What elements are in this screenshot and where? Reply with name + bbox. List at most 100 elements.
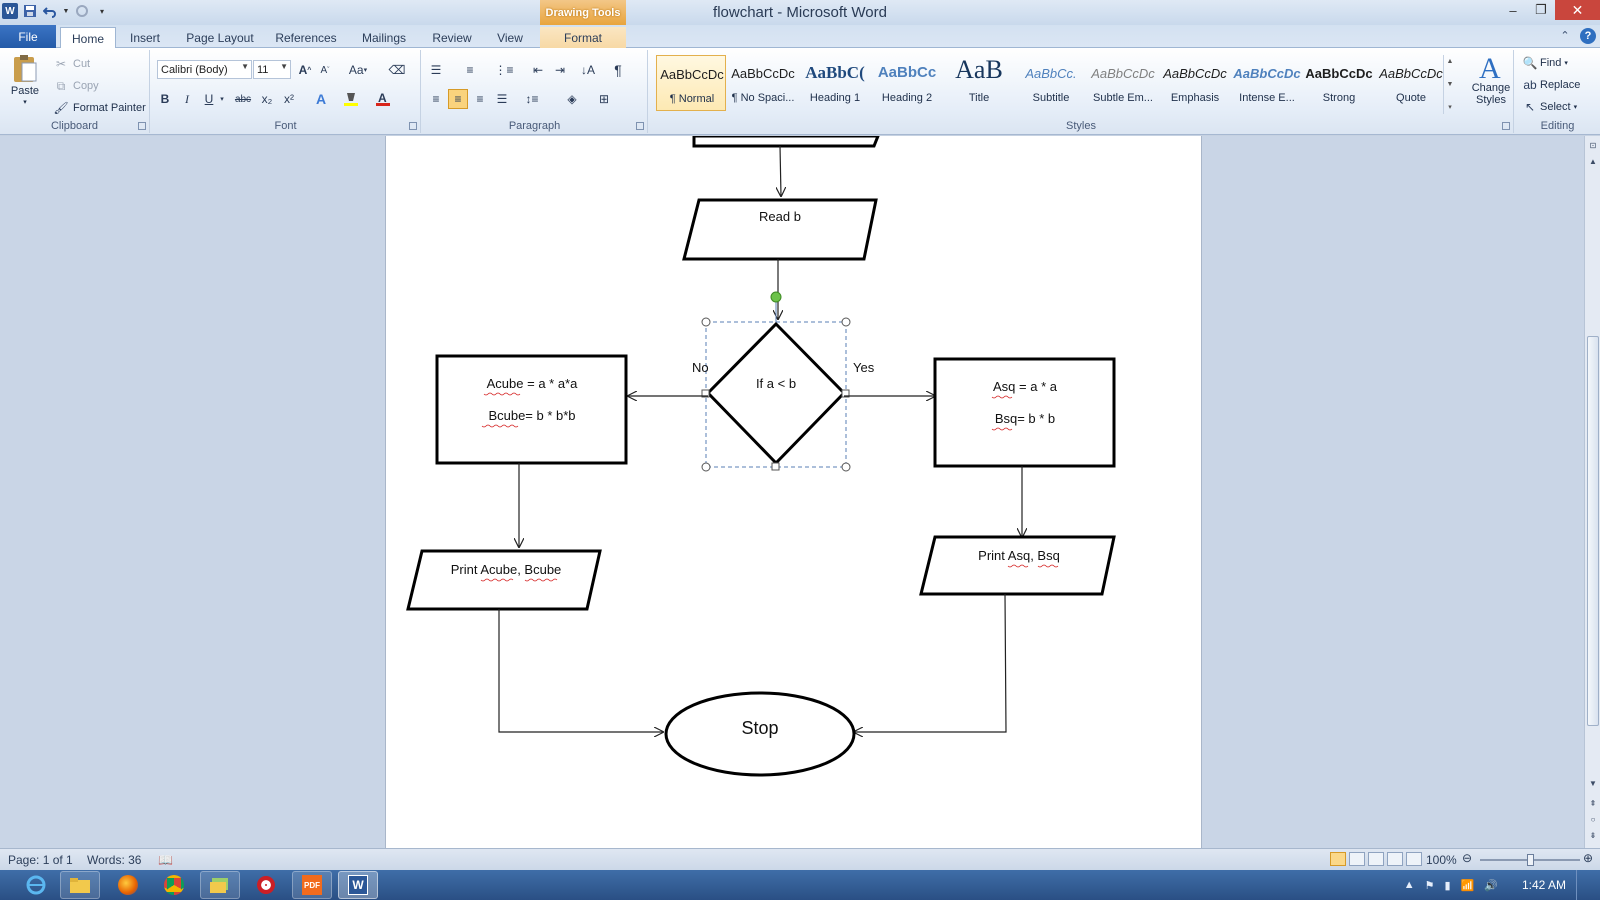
change-case-button[interactable]: Aa ▾ bbox=[344, 60, 372, 80]
style-heading-2[interactable]: AaBbCc Heading 2 bbox=[872, 55, 942, 111]
style-heading-1[interactable]: AaBbC( Heading 1 bbox=[800, 55, 870, 111]
paste-button[interactable]: Paste ▾ bbox=[8, 54, 42, 106]
borders-icon[interactable]: ⊞ bbox=[594, 89, 614, 109]
style-title[interactable]: AaB Title bbox=[944, 55, 1014, 111]
font-launcher-icon[interactable] bbox=[409, 122, 417, 130]
align-right-icon[interactable]: ≡ bbox=[470, 89, 490, 109]
cube-process-box[interactable]: Acube = a * a*a Bcube= b * b*b bbox=[435, 354, 628, 465]
pdf-app-icon[interactable]: PDF bbox=[292, 871, 332, 899]
browse-object-icon[interactable]: ○ bbox=[1585, 812, 1600, 826]
clock-time[interactable]: 1:42 AM bbox=[1522, 878, 1566, 892]
show-desktop-button[interactable] bbox=[1576, 870, 1588, 900]
resize-handle[interactable] bbox=[701, 317, 711, 327]
page-count[interactable]: Page: 1 of 1 bbox=[8, 853, 73, 867]
font-color-icon[interactable]: A bbox=[373, 89, 393, 109]
underline-button[interactable]: U bbox=[199, 89, 219, 109]
superscript-button[interactable]: x² bbox=[279, 89, 299, 109]
action-center-flag-icon[interactable]: ⚑ bbox=[1425, 879, 1435, 892]
sort-icon[interactable]: ↓A bbox=[578, 60, 598, 80]
gallery-up-icon[interactable]: ▲ bbox=[1447, 58, 1454, 65]
network-signal-icon[interactable]: 📶 bbox=[1461, 879, 1475, 892]
font-name-combo[interactable]: Calibri (Body) ▼ bbox=[157, 60, 252, 79]
file-explorer-icon[interactable] bbox=[60, 871, 100, 899]
scroll-down-icon[interactable]: ▼ bbox=[1585, 776, 1600, 790]
style-emphasis[interactable]: AaBbCcDc Emphasis bbox=[1160, 55, 1230, 111]
zoom-in-icon[interactable]: ⊕ bbox=[1583, 851, 1593, 865]
style-subtle-emphasis[interactable]: AaBbCcDc Subtle Em... bbox=[1088, 55, 1158, 111]
resize-handle[interactable] bbox=[771, 462, 780, 471]
style-strong[interactable]: AaBbCcDc Strong bbox=[1304, 55, 1374, 111]
undo-icon[interactable] bbox=[42, 3, 58, 19]
align-left-icon[interactable]: ≡ bbox=[426, 89, 446, 109]
connector-arrow[interactable] bbox=[498, 609, 663, 732]
underline-dropdown-icon[interactable]: ▾ bbox=[217, 89, 227, 109]
minimize-icon[interactable]: – bbox=[1499, 0, 1527, 20]
shading-icon[interactable]: ◈ bbox=[562, 89, 582, 109]
resize-handle[interactable] bbox=[701, 462, 711, 472]
word-app-icon[interactable]: W bbox=[2, 3, 18, 19]
gallery-more-icon[interactable]: ▾ bbox=[1448, 103, 1452, 111]
multilevel-list-icon[interactable]: ⋮≡ bbox=[494, 60, 514, 80]
square-process-box[interactable]: Asq = a * a Bsq= b * b bbox=[933, 357, 1116, 468]
resize-handle[interactable] bbox=[841, 462, 851, 472]
clipboard-launcher-icon[interactable] bbox=[138, 122, 146, 130]
numbering-icon[interactable]: ≡ bbox=[460, 60, 480, 80]
connector-arrow[interactable] bbox=[854, 593, 1007, 732]
redo-icon[interactable] bbox=[74, 3, 90, 19]
battery-icon[interactable]: ▮ bbox=[1445, 879, 1451, 892]
stop-terminal[interactable]: Stop bbox=[664, 691, 856, 777]
bold-button[interactable]: B bbox=[155, 89, 175, 109]
firefox-icon[interactable] bbox=[108, 871, 148, 899]
ruler-toggle-icon[interactable]: ⊡ bbox=[1585, 138, 1600, 152]
replace-button[interactable]: ab Replace bbox=[1523, 76, 1580, 94]
clear-formatting-icon[interactable]: ⌫ bbox=[387, 60, 407, 80]
previous-parallelogram[interactable] bbox=[692, 136, 880, 148]
word-count[interactable]: Words: 36 bbox=[87, 853, 141, 867]
restore-icon[interactable]: ❐ bbox=[1527, 0, 1555, 20]
word-taskbar-icon[interactable]: W bbox=[338, 871, 378, 899]
proofing-icon[interactable]: 📖 bbox=[158, 853, 173, 867]
read-b-shape[interactable]: Read b bbox=[682, 198, 878, 261]
connector-arrow[interactable] bbox=[780, 145, 781, 196]
increase-indent-icon[interactable]: ⇥ bbox=[550, 60, 570, 80]
print-layout-icon[interactable] bbox=[1330, 852, 1346, 866]
italic-button[interactable]: I bbox=[177, 89, 197, 109]
resize-handle[interactable] bbox=[841, 317, 851, 327]
styles-launcher-icon[interactable] bbox=[1502, 122, 1510, 130]
decrease-indent-icon[interactable]: ⇤ bbox=[528, 60, 548, 80]
document-page[interactable]: Read b If a < b No Yes Acube = a * a*a B… bbox=[385, 136, 1202, 848]
align-center-icon[interactable]: ≡ bbox=[448, 89, 468, 109]
help-icon[interactable]: ? bbox=[1580, 28, 1596, 44]
tab-insert[interactable]: Insert bbox=[120, 27, 170, 48]
justify-icon[interactable]: ☰ bbox=[492, 89, 512, 109]
print-cube-shape[interactable]: Print Acube, Bcube bbox=[406, 549, 602, 611]
strikethrough-button[interactable]: abc bbox=[231, 89, 255, 109]
vertical-scrollbar[interactable]: ⊡ ▲ ▼ ⇞ ○ ⇟ bbox=[1584, 136, 1600, 848]
outline-icon[interactable] bbox=[1387, 852, 1403, 866]
find-button[interactable]: 🔍 Find ▾ bbox=[1523, 54, 1568, 72]
tab-view[interactable]: View bbox=[488, 27, 532, 48]
rotate-handle[interactable] bbox=[770, 291, 782, 303]
tab-review[interactable]: Review bbox=[424, 27, 480, 48]
line-spacing-icon[interactable]: ↕≡ bbox=[522, 89, 542, 109]
select-button[interactable]: ↖ Select ▾ bbox=[1523, 98, 1577, 116]
scroll-up-icon[interactable]: ▲ bbox=[1585, 154, 1600, 168]
gallery-down-icon[interactable]: ▼ bbox=[1447, 81, 1454, 88]
zoom-slider-thumb[interactable] bbox=[1527, 854, 1534, 866]
tray-expand-icon[interactable]: ▲ bbox=[1404, 879, 1415, 891]
tab-mailings[interactable]: Mailings bbox=[352, 27, 416, 48]
text-effects-icon[interactable]: A bbox=[311, 89, 331, 109]
tab-file[interactable]: File bbox=[0, 25, 56, 48]
folders-icon[interactable] bbox=[200, 871, 240, 899]
style-subtitle[interactable]: AaBbCc. Subtitle bbox=[1016, 55, 1086, 111]
chrome-icon[interactable] bbox=[154, 871, 194, 899]
style-intense-emphasis[interactable]: AaBbCcDc Intense E... bbox=[1232, 55, 1302, 111]
next-page-icon[interactable]: ⇟ bbox=[1585, 828, 1600, 842]
opera-icon[interactable] bbox=[246, 871, 286, 899]
format-painter-button[interactable]: 🖌 Format Painter bbox=[52, 99, 145, 117]
style-quote[interactable]: AaBbCcDc Quote bbox=[1376, 55, 1446, 111]
close-icon[interactable]: ✕ bbox=[1555, 0, 1600, 20]
print-square-shape[interactable]: Print Asq, Bsq bbox=[919, 535, 1116, 596]
web-layout-icon[interactable] bbox=[1368, 852, 1384, 866]
bullets-icon[interactable]: ☰ bbox=[426, 60, 446, 80]
